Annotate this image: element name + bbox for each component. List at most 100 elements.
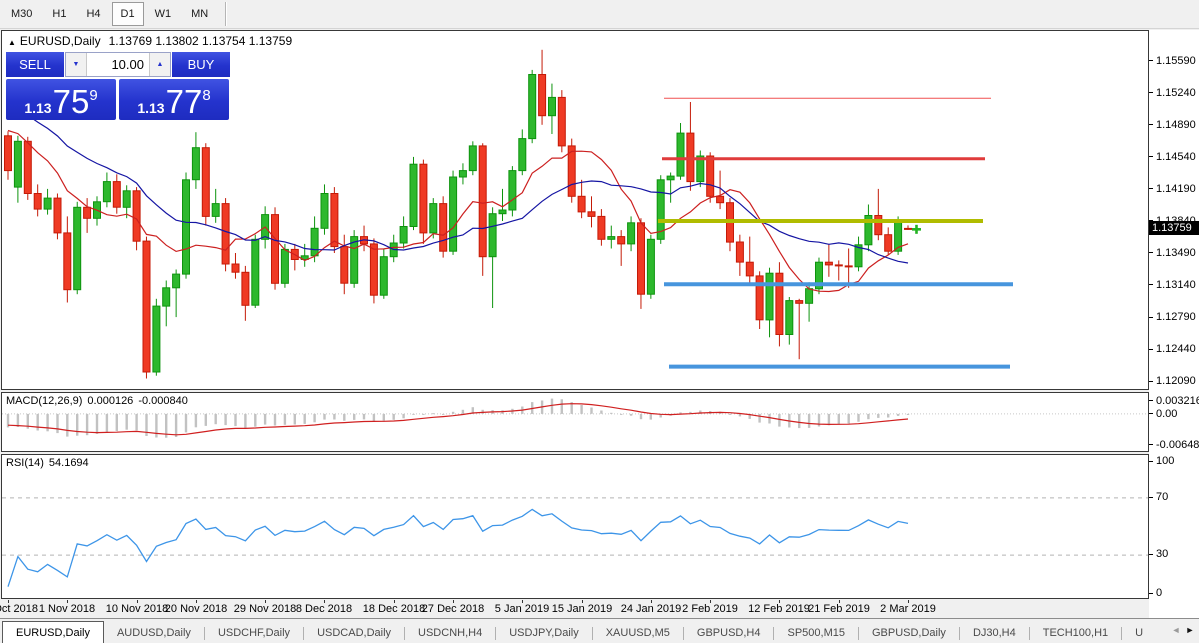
time-axis-label: 5 Jan 2019 xyxy=(494,603,550,615)
candlestick xyxy=(775,262,784,347)
chart-symbol-title: EURUSD,Daily xyxy=(19,34,101,48)
candlestick xyxy=(617,230,626,266)
rsi-axis-tick xyxy=(1149,593,1153,594)
timeframe-button-mn[interactable]: MN xyxy=(182,2,217,26)
time-axis-label: 10 Nov 2018 xyxy=(105,603,169,615)
chart-title-bar: ▲ EURUSD,Daily 1.13769 1.13802 1.13754 1.1… xyxy=(8,34,292,48)
chart-tab-eurusd-daily[interactable]: EURUSD,Daily xyxy=(2,621,104,643)
timeframe-button-d1[interactable]: D1 xyxy=(111,2,144,26)
chart-tab-usdcnh-h4[interactable]: USDCNH,H4 xyxy=(405,623,495,643)
candlestick xyxy=(646,234,655,299)
candlestick xyxy=(587,196,596,228)
macd-signal-line xyxy=(7,403,909,436)
candlestick xyxy=(73,201,82,295)
timeframe-button-h4[interactable]: H4 xyxy=(77,2,109,26)
candlestick xyxy=(409,156,418,231)
price-axis-tick xyxy=(1149,381,1153,382)
candlestick xyxy=(785,297,794,345)
candlestick xyxy=(745,236,754,284)
macd-main-value: 0.000126 xyxy=(87,395,134,407)
timeframe-button-m30[interactable]: M30 xyxy=(2,2,41,26)
candlestick xyxy=(191,132,200,189)
candlestick xyxy=(310,216,319,263)
timeframe-toolbar: M30 H1 H4 D1 W1 MN xyxy=(0,0,1199,29)
tab-scroll-arrows: ◄ ► xyxy=(1169,621,1197,639)
macd-indicator-pane[interactable]: MACD(12,26,9) 0.000126 -0.000840 xyxy=(1,392,1149,452)
candlestick xyxy=(656,175,665,244)
time-axis-label: 18 Dec 2018 xyxy=(362,603,426,615)
candlestick xyxy=(201,143,210,226)
time-axis-label: 20 Nov 2018 xyxy=(164,603,228,615)
price-axis-tick xyxy=(1149,92,1153,93)
price-axis[interactable]: 1.155901.152401.148901.145401.141901.138… xyxy=(1149,30,1199,618)
chart-tab-tech100-h1[interactable]: TECH100,H1 xyxy=(1030,623,1121,643)
rsi-indicator-pane[interactable]: RSI(14) 54.1694 xyxy=(1,454,1149,599)
rsi-line xyxy=(7,508,909,587)
candlestick xyxy=(379,248,388,299)
candlestick xyxy=(795,298,804,360)
time-axis[interactable]: 23 Oct 20181 Nov 2018 10 Nov 201820 Nov 2… xyxy=(0,600,1199,618)
candlestick xyxy=(597,209,606,246)
timeframe-button-w1[interactable]: W1 xyxy=(146,2,181,26)
buy-price-box[interactable]: 1.13 77 8 xyxy=(119,79,229,120)
buy-price-prefix: 1.13 xyxy=(137,100,165,116)
rsi-chart-svg xyxy=(2,497,1148,587)
chart-tab-gbpusd-daily[interactable]: GBPUSD,Daily xyxy=(859,623,959,643)
buy-button[interactable]: BUY xyxy=(172,52,230,77)
time-axis-label: 2 Mar 2019 xyxy=(880,603,936,615)
chart-tab-usdchf-daily[interactable]: USDCHF,Daily xyxy=(205,623,303,643)
timeframe-button-h1[interactable]: H1 xyxy=(43,2,75,26)
chart-tab-sp500-m15[interactable]: SP500,M15 xyxy=(774,623,857,643)
rsi-axis-label: 0 xyxy=(1156,587,1163,599)
candlestick xyxy=(637,218,645,309)
candlestick xyxy=(152,298,161,376)
time-axis-label: 12 Feb 2019 xyxy=(748,603,810,615)
candlestick xyxy=(567,138,576,203)
time-axis-label: 23 Oct 2018 xyxy=(0,603,38,615)
candlestick xyxy=(449,170,458,255)
macd-axis-tick xyxy=(1149,413,1153,414)
collapse-trade-panel-icon[interactable]: ▲ xyxy=(8,38,16,47)
candlestick xyxy=(429,198,438,239)
sell-button[interactable]: SELL xyxy=(6,52,64,77)
price-axis-label: 1.12790 xyxy=(1156,311,1196,323)
chart-tab-gbpusd-h4[interactable]: GBPUSD,H4 xyxy=(684,623,774,643)
candlestick xyxy=(360,225,368,252)
price-axis-label: 1.12440 xyxy=(1156,343,1196,355)
chart-tab-u[interactable]: U xyxy=(1122,623,1156,643)
price-axis-label: 1.15590 xyxy=(1156,55,1196,67)
time-axis-label: 15 Jan 2019 xyxy=(551,603,613,615)
chart-tab-audusd-daily[interactable]: AUDUSD,Daily xyxy=(104,623,204,643)
macd-axis-label: 0.00 xyxy=(1156,408,1178,420)
candlestick xyxy=(696,150,705,188)
chart-tab-xauusd-m5[interactable]: XAUUSD,M5 xyxy=(593,623,683,643)
candlestick xyxy=(290,243,299,271)
candlestick xyxy=(538,49,547,125)
candlestick xyxy=(162,280,171,327)
current-price-badge: 1.13759 xyxy=(1149,221,1199,235)
volume-input[interactable] xyxy=(87,53,149,76)
chart-tab-dj30-h4[interactable]: DJ30,H4 xyxy=(960,623,1029,643)
price-axis-tick xyxy=(1149,317,1153,318)
time-axis-label: 2 Feb 2019 xyxy=(682,603,738,615)
buy-price-big: 77 xyxy=(165,83,203,120)
rsi-axis-label: 100 xyxy=(1156,455,1175,467)
chart-tab-usdjpy-daily[interactable]: USDJPY,Daily xyxy=(496,623,592,643)
macd-axis-tick xyxy=(1149,400,1153,401)
tab-scroll-left-button[interactable]: ◄ xyxy=(1169,621,1183,639)
rsi-axis-tick xyxy=(1149,461,1153,462)
price-axis-label: 1.12090 xyxy=(1156,375,1196,387)
macd-axis-label: -0.006485 xyxy=(1156,439,1199,451)
candlestick xyxy=(557,90,566,153)
candlestick xyxy=(320,184,329,235)
tab-scroll-right-button[interactable]: ► xyxy=(1183,621,1197,639)
volume-decrease-button[interactable]: ▼ xyxy=(66,53,87,76)
chart-tab-usdcad-daily[interactable]: USDCAD,Daily xyxy=(304,623,404,643)
volume-increase-button[interactable]: ▲ xyxy=(149,53,170,76)
candlestick xyxy=(112,174,121,214)
sell-price-box[interactable]: 1.13 75 9 xyxy=(6,79,116,120)
macd-axis-tick xyxy=(1149,444,1153,445)
price-axis-label: 1.13140 xyxy=(1156,279,1196,291)
candlestick xyxy=(53,193,62,240)
toolbar-separator xyxy=(225,2,228,26)
